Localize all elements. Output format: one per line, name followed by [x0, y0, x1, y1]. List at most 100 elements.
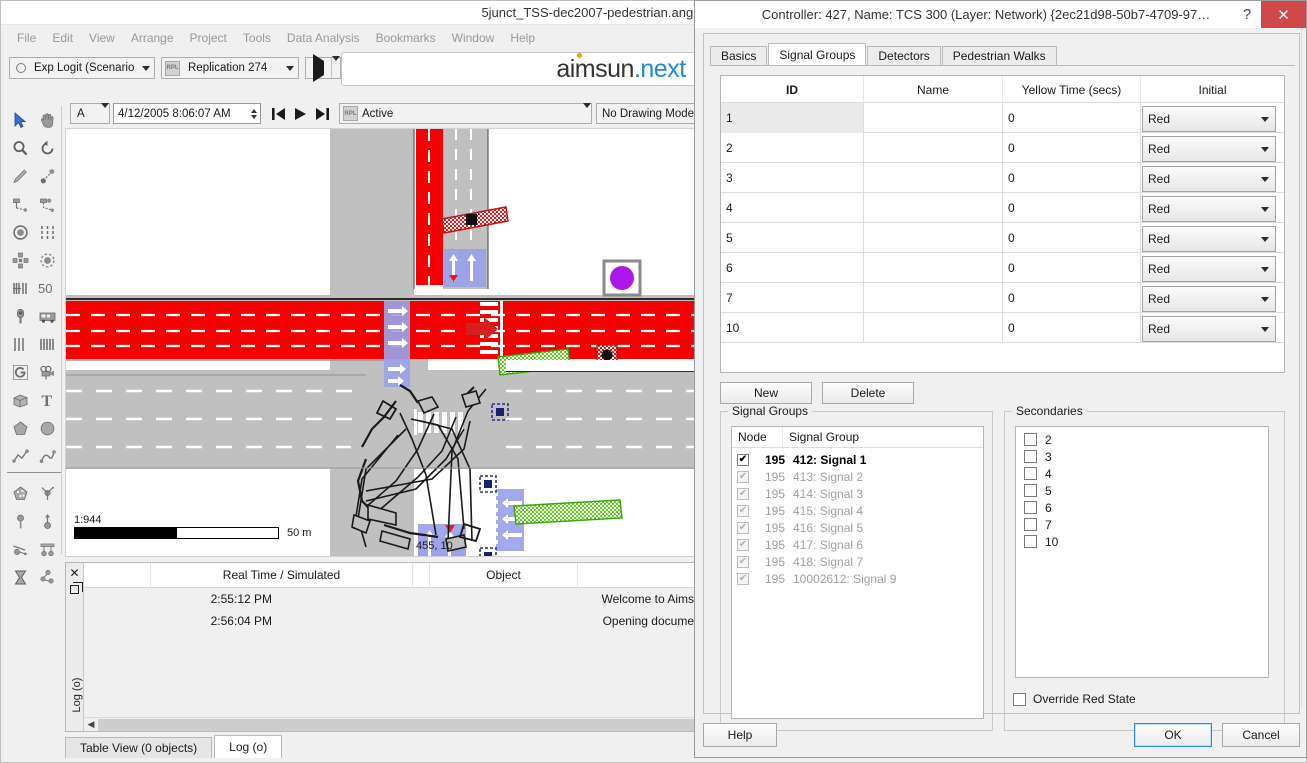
cell-name[interactable]: [864, 223, 1003, 253]
text-label-icon[interactable]: T: [34, 386, 61, 414]
cell-yellow-time[interactable]: 0: [1003, 253, 1141, 283]
cell-yellow-time[interactable]: 0: [1003, 283, 1141, 313]
list-item[interactable]: ✔ 195 415: Signal 4: [732, 502, 983, 519]
rotate-icon[interactable]: [34, 134, 61, 162]
tab-log[interactable]: Log (o): [214, 735, 282, 758]
checkbox-icon[interactable]: [1024, 484, 1037, 497]
cell-yellow-time[interactable]: 0: [1003, 163, 1141, 193]
chevron-down-icon[interactable]: [1261, 237, 1269, 242]
menu-project[interactable]: Project: [182, 28, 235, 48]
scrollbar-thumb[interactable]: [98, 719, 696, 731]
log-col-object[interactable]: Object: [430, 563, 578, 588]
scatter-icon[interactable]: [34, 563, 61, 591]
list-item[interactable]: ✔ 195 10002612: Signal 9: [732, 570, 983, 587]
checkbox-icon[interactable]: [1024, 467, 1037, 480]
3d-box-icon[interactable]: [7, 386, 34, 414]
lane-markers-icon[interactable]: [7, 330, 34, 358]
view-letter-arrow[interactable]: [101, 108, 109, 120]
list-item[interactable]: ✔ 195 412: Signal 1: [732, 451, 983, 468]
cell-name[interactable]: [864, 253, 1003, 283]
checkbox-icon[interactable]: [1024, 535, 1037, 548]
list-item[interactable]: ✔ 195 418: Signal 7: [732, 553, 983, 570]
cell-yellow-time[interactable]: 0: [1003, 313, 1141, 343]
camera-icon[interactable]: [34, 358, 61, 386]
replication-combo[interactable]: RPL Replication 274: [161, 57, 299, 79]
network-map-canvas[interactable]: [66, 129, 697, 557]
help-button[interactable]: Help: [703, 723, 777, 747]
cell-initial-state-combo[interactable]: Red: [1142, 316, 1276, 342]
cell-yellow-time[interactable]: 0: [1003, 193, 1141, 223]
cell-name[interactable]: [864, 283, 1003, 313]
checkbox-icon[interactable]: [1013, 693, 1026, 706]
cell-yellow-time[interactable]: 0: [1003, 103, 1141, 133]
polyline-icon[interactable]: [7, 442, 34, 470]
turn-icon[interactable]: [34, 190, 61, 218]
hourglass-icon[interactable]: [7, 563, 34, 591]
col-header-name[interactable]: Name: [864, 76, 1003, 103]
menu-edit[interactable]: Edit: [44, 28, 81, 48]
chevron-down-icon[interactable]: [1261, 117, 1269, 122]
log-horizontal-scrollbar[interactable]: ◀: [84, 717, 696, 731]
spinner-up-icon[interactable]: [251, 109, 257, 113]
connector-icon[interactable]: [7, 535, 34, 563]
checkbox-icon[interactable]: [1024, 518, 1037, 531]
tab-detectors[interactable]: Detectors: [867, 46, 940, 66]
menu-tools[interactable]: Tools: [235, 28, 279, 48]
checkbox-icon[interactable]: [1024, 501, 1037, 514]
arrow-up-pin-icon[interactable]: [34, 507, 61, 535]
junction-icon[interactable]: [7, 246, 34, 274]
tab-table-view[interactable]: Table View (0 objects): [65, 737, 212, 758]
parking-meter-icon[interactable]: [7, 302, 34, 330]
cell-initial-state-combo[interactable]: Red: [1142, 166, 1276, 192]
cell-initial-state-combo[interactable]: Red: [1142, 136, 1276, 162]
log-col-real-time[interactable]: Real Time / Simulated: [151, 563, 413, 588]
origin-destination-icon[interactable]: [34, 479, 61, 507]
cell-name[interactable]: [864, 313, 1003, 343]
pentagon-dots-icon[interactable]: [7, 479, 34, 507]
active-view-combo[interactable]: RPL Active: [339, 103, 592, 124]
speed-limit-icon[interactable]: 50: [34, 274, 61, 302]
chevron-down-icon[interactable]: [1261, 267, 1269, 272]
node-link-icon[interactable]: [34, 162, 61, 190]
menu-bookmarks[interactable]: Bookmarks: [368, 28, 444, 48]
chevron-down-icon[interactable]: [1261, 297, 1269, 302]
control-plan-icon[interactable]: [7, 358, 34, 386]
log-col-spacer[interactable]: [413, 563, 430, 588]
distribution-icon[interactable]: [34, 535, 61, 563]
play-options-arrow[interactable]: [332, 61, 340, 75]
table-row[interactable]: 5 0 Red: [721, 223, 1284, 253]
chevron-down-icon[interactable]: [1261, 147, 1269, 152]
spinner-down-icon[interactable]: [251, 115, 257, 119]
list-item[interactable]: 7: [1016, 516, 1268, 533]
list-item[interactable]: 5: [1016, 482, 1268, 499]
delete-button[interactable]: Delete: [822, 382, 914, 404]
checkbox-icon[interactable]: ✔: [737, 573, 749, 585]
section-icon[interactable]: [7, 190, 34, 218]
list-item[interactable]: 3: [1016, 448, 1268, 465]
log-row[interactable]: 2:56:04 PM Opening docume: [84, 610, 696, 632]
view-letter-combo[interactable]: A: [70, 103, 110, 124]
checkbox-icon[interactable]: [1024, 433, 1037, 446]
cell-initial-state-combo[interactable]: Red: [1142, 286, 1276, 312]
list-item[interactable]: 2: [1016, 431, 1268, 448]
override-red-state-row[interactable]: Override Red State: [1013, 692, 1136, 706]
checkbox-icon[interactable]: [1024, 450, 1037, 463]
cell-initial-state-combo[interactable]: Red: [1142, 106, 1276, 132]
cell-name[interactable]: [864, 193, 1003, 223]
menu-file[interactable]: File: [9, 28, 44, 48]
circle-icon[interactable]: [34, 414, 61, 442]
close-icon[interactable]: ✕: [1261, 1, 1306, 28]
cancel-button[interactable]: Cancel: [1222, 723, 1300, 747]
scenario-combo[interactable]: Exp Logit (Scenario (: [9, 57, 155, 79]
new-button[interactable]: New: [720, 382, 812, 404]
close-icon[interactable]: ✕: [69, 567, 79, 579]
go-to-end-button[interactable]: [311, 103, 333, 125]
checkbox-icon[interactable]: ✔: [737, 522, 749, 534]
zoom-magnifier-icon[interactable]: [7, 134, 34, 162]
checkbox-icon[interactable]: ✔: [737, 556, 749, 568]
tab-basics[interactable]: Basics: [710, 46, 767, 66]
play-button[interactable]: [289, 103, 311, 125]
scenario-combo-arrow[interactable]: [137, 58, 154, 78]
table-row[interactable]: 7 0 Red: [721, 283, 1284, 313]
list-item[interactable]: ✔ 195 413: Signal 2: [732, 468, 983, 485]
